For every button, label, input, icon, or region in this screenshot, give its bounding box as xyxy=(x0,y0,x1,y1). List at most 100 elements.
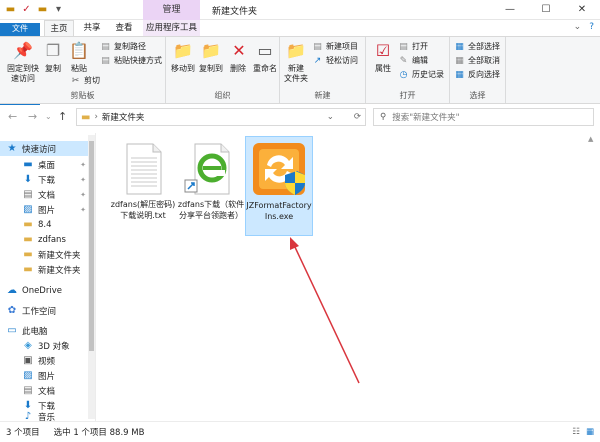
up-arrow-icon[interactable]: ↑ xyxy=(58,110,67,123)
invert-selection-button[interactable]: ▦ 反向选择 xyxy=(454,69,500,80)
sidebar-item-downloads[interactable]: ⬇ 下载 ✦ xyxy=(0,172,90,187)
copy-to-button[interactable]: 📁 复制到 xyxy=(198,40,224,74)
back-arrow-icon[interactable]: ← xyxy=(8,110,17,123)
sidebar-item-documents[interactable]: ▤ 文档 ✦ xyxy=(0,187,90,202)
pin-icon: ✦ xyxy=(80,190,86,199)
copy-path-button[interactable]: ▤ 复制路径 xyxy=(100,41,146,52)
clipboard-group-label: 剪贴板 xyxy=(70,91,95,100)
help-icon[interactable]: ? xyxy=(589,22,594,32)
sidebar-item-zdfans[interactable]: ▬ zdfans xyxy=(0,232,90,247)
recent-locations-icon[interactable]: ⌄ xyxy=(45,112,52,121)
sidebar-item-desktop[interactable]: ▬ 桌面 ✦ xyxy=(0,157,90,172)
pin-icon: ✦ xyxy=(80,205,86,214)
forward-arrow-icon[interactable]: → xyxy=(28,110,37,123)
invert-selection-icon: ▦ xyxy=(455,69,464,80)
cloud-icon: ☁ xyxy=(7,285,17,296)
select-none-label: 全部取消 xyxy=(468,56,500,65)
edit-label: 编辑 xyxy=(412,56,428,65)
download-icon: ⬇ xyxy=(23,174,33,185)
context-tab-manage[interactable]: 管理 xyxy=(143,0,200,20)
new-folder-button[interactable]: 📁 新建 文件夹 xyxy=(284,40,308,84)
edit-button[interactable]: ✎ 编辑 xyxy=(398,55,428,66)
tab-view[interactable]: 查看 xyxy=(112,20,136,36)
customize-toolbar-icon[interactable]: ▾ xyxy=(52,3,65,16)
rename-label: 重命名 xyxy=(253,64,277,73)
paste-button[interactable]: 📋 粘贴 xyxy=(68,40,90,74)
sidebar-item-documents-pc[interactable]: ▤ 文档 xyxy=(0,383,90,398)
delete-button[interactable]: ✕ 删除 xyxy=(228,40,248,74)
properties-icon[interactable]: ✓ xyxy=(20,3,33,16)
tab-home[interactable]: 主页 xyxy=(44,20,74,36)
file-list-scrollbar[interactable]: ▲ xyxy=(584,133,600,421)
sidebar-item-quick-access[interactable]: ★ 快速访问 xyxy=(0,141,88,156)
copy-button[interactable]: ❐ 复制 xyxy=(42,40,64,74)
pin-quick-access-button[interactable]: 📌 固定到快 速访问 xyxy=(6,40,40,84)
sidebar-item-folder-8-4[interactable]: ▬ 8.4 xyxy=(0,217,90,232)
pin-icon: 📌 xyxy=(13,41,33,60)
tab-application-tools[interactable]: 应用程序工具 xyxy=(143,20,200,36)
rename-button[interactable]: ▭ 重命名 xyxy=(252,40,278,74)
sidebar-item-label: 文档 xyxy=(38,190,56,201)
file-item-shortcut[interactable]: zdfans下载（软件分享平台领跑者） xyxy=(177,136,245,236)
sidebar-item-new-folder-2[interactable]: ▬ 新建文件夹 xyxy=(0,262,90,277)
paste-shortcut-button[interactable]: ▤ 粘贴快捷方式 xyxy=(100,55,162,66)
sidebar-item-pictures[interactable]: ▨ 图片 ✦ xyxy=(0,202,90,217)
sidebar-scrollbar-thumb[interactable] xyxy=(89,141,94,351)
file-item-txt[interactable]: zdfans(解压密码)下载说明.txt xyxy=(109,136,177,236)
sidebar-item-this-pc[interactable]: ▭ 此电脑 xyxy=(0,323,90,338)
large-icons-view-icon[interactable]: ▦ xyxy=(586,427,594,437)
rename-icon: ▭ xyxy=(257,41,273,60)
close-button[interactable]: ✕ xyxy=(564,0,600,20)
refresh-icon[interactable]: ⟳ xyxy=(354,112,361,122)
search-field[interactable]: ⚲ 搜索"新建文件夹" xyxy=(373,108,594,126)
sidebar-item-label: 新建文件夹 xyxy=(38,265,81,276)
new-group-label: 新建 xyxy=(314,91,331,100)
minimize-button[interactable]: — xyxy=(492,0,528,20)
address-field[interactable]: ▬ › 新建文件夹 ⌄ ⟳ xyxy=(76,108,366,126)
maximize-button[interactable]: ☐ xyxy=(528,0,564,20)
sidebar-scrollbar[interactable] xyxy=(88,135,95,419)
open-group-label: 打开 xyxy=(399,91,416,100)
pin-label: 固定到快 速访问 xyxy=(7,64,39,83)
tab-share[interactable]: 共享 xyxy=(80,20,104,36)
quick-access-toolbar: ▬ ✓ ▬ ▾ xyxy=(4,3,65,16)
move-to-button[interactable]: 📁 移动到 xyxy=(170,40,196,74)
file-item-exe[interactable]: JZFormatFactoryIns.exe xyxy=(245,136,313,236)
details-view-icon[interactable]: ☷ xyxy=(572,427,580,437)
cut-button[interactable]: ✂ 剪切 xyxy=(70,75,100,86)
open-button[interactable]: ▤ 打开 xyxy=(398,41,428,52)
select-none-button[interactable]: ▦ 全部取消 xyxy=(454,55,500,66)
sidebar-item-3d-objects[interactable]: ◈ 3D 对象 xyxy=(0,338,90,353)
search-placeholder: 搜索"新建文件夹" xyxy=(392,113,460,123)
properties-label: 属性 xyxy=(375,64,391,73)
collapse-ribbon-icon[interactable]: ⌄ xyxy=(574,22,582,32)
breadcrumb-separator-icon: › xyxy=(94,112,98,122)
scroll-up-icon[interactable]: ▲ xyxy=(588,135,593,143)
copy-path-label: 复制路径 xyxy=(114,42,146,51)
paste-icon: 📋 xyxy=(69,41,89,60)
file-name: JZFormatFactoryIns.exe xyxy=(246,201,312,221)
select-all-label: 全部选择 xyxy=(468,42,500,51)
sidebar-item-label: 新建文件夹 xyxy=(38,250,81,261)
breadcrumb-current[interactable]: 新建文件夹 xyxy=(102,111,145,123)
folder-icon: ▬ xyxy=(5,4,16,15)
address-dropdown-icon[interactable]: ⌄ xyxy=(327,112,334,122)
open-icon: ▤ xyxy=(399,41,408,52)
copy-label: 复制 xyxy=(45,64,61,73)
computer-icon: ▭ xyxy=(7,325,17,336)
sidebar-item-videos[interactable]: ▣ 视频 xyxy=(0,353,90,368)
select-all-button[interactable]: ▦ 全部选择 xyxy=(454,41,500,52)
sidebar-item-pictures-pc[interactable]: ▨ 图片 xyxy=(0,368,90,383)
sidebar-item-label: 视频 xyxy=(38,356,56,367)
properties-button[interactable]: ☑ 属性 xyxy=(372,40,394,74)
title-bar: ▬ ✓ ▬ ▾ 管理 新建文件夹 — ☐ ✕ xyxy=(0,0,600,20)
easy-access-button[interactable]: ↗ 轻松访问 xyxy=(312,55,358,66)
clipboard-group: 📌 固定到快 速访问 ❐ 复制 📋 粘贴 ▤ 复制路径 ▤ 粘贴快捷方式 ✂ 剪… xyxy=(0,37,166,103)
sidebar-item-onedrive[interactable]: ☁ OneDrive xyxy=(0,283,90,298)
sidebar-item-new-folder-1[interactable]: ▬ 新建文件夹 xyxy=(0,247,90,262)
new-folder-icon[interactable]: ▬ xyxy=(36,3,49,16)
workspace-icon: ✿ xyxy=(7,305,17,316)
sidebar-item-workspace[interactable]: ✿ 工作空间 xyxy=(0,303,90,318)
history-button[interactable]: ◷ 历史记录 xyxy=(398,69,444,80)
new-item-button[interactable]: ▤ 新建项目 xyxy=(312,41,358,52)
